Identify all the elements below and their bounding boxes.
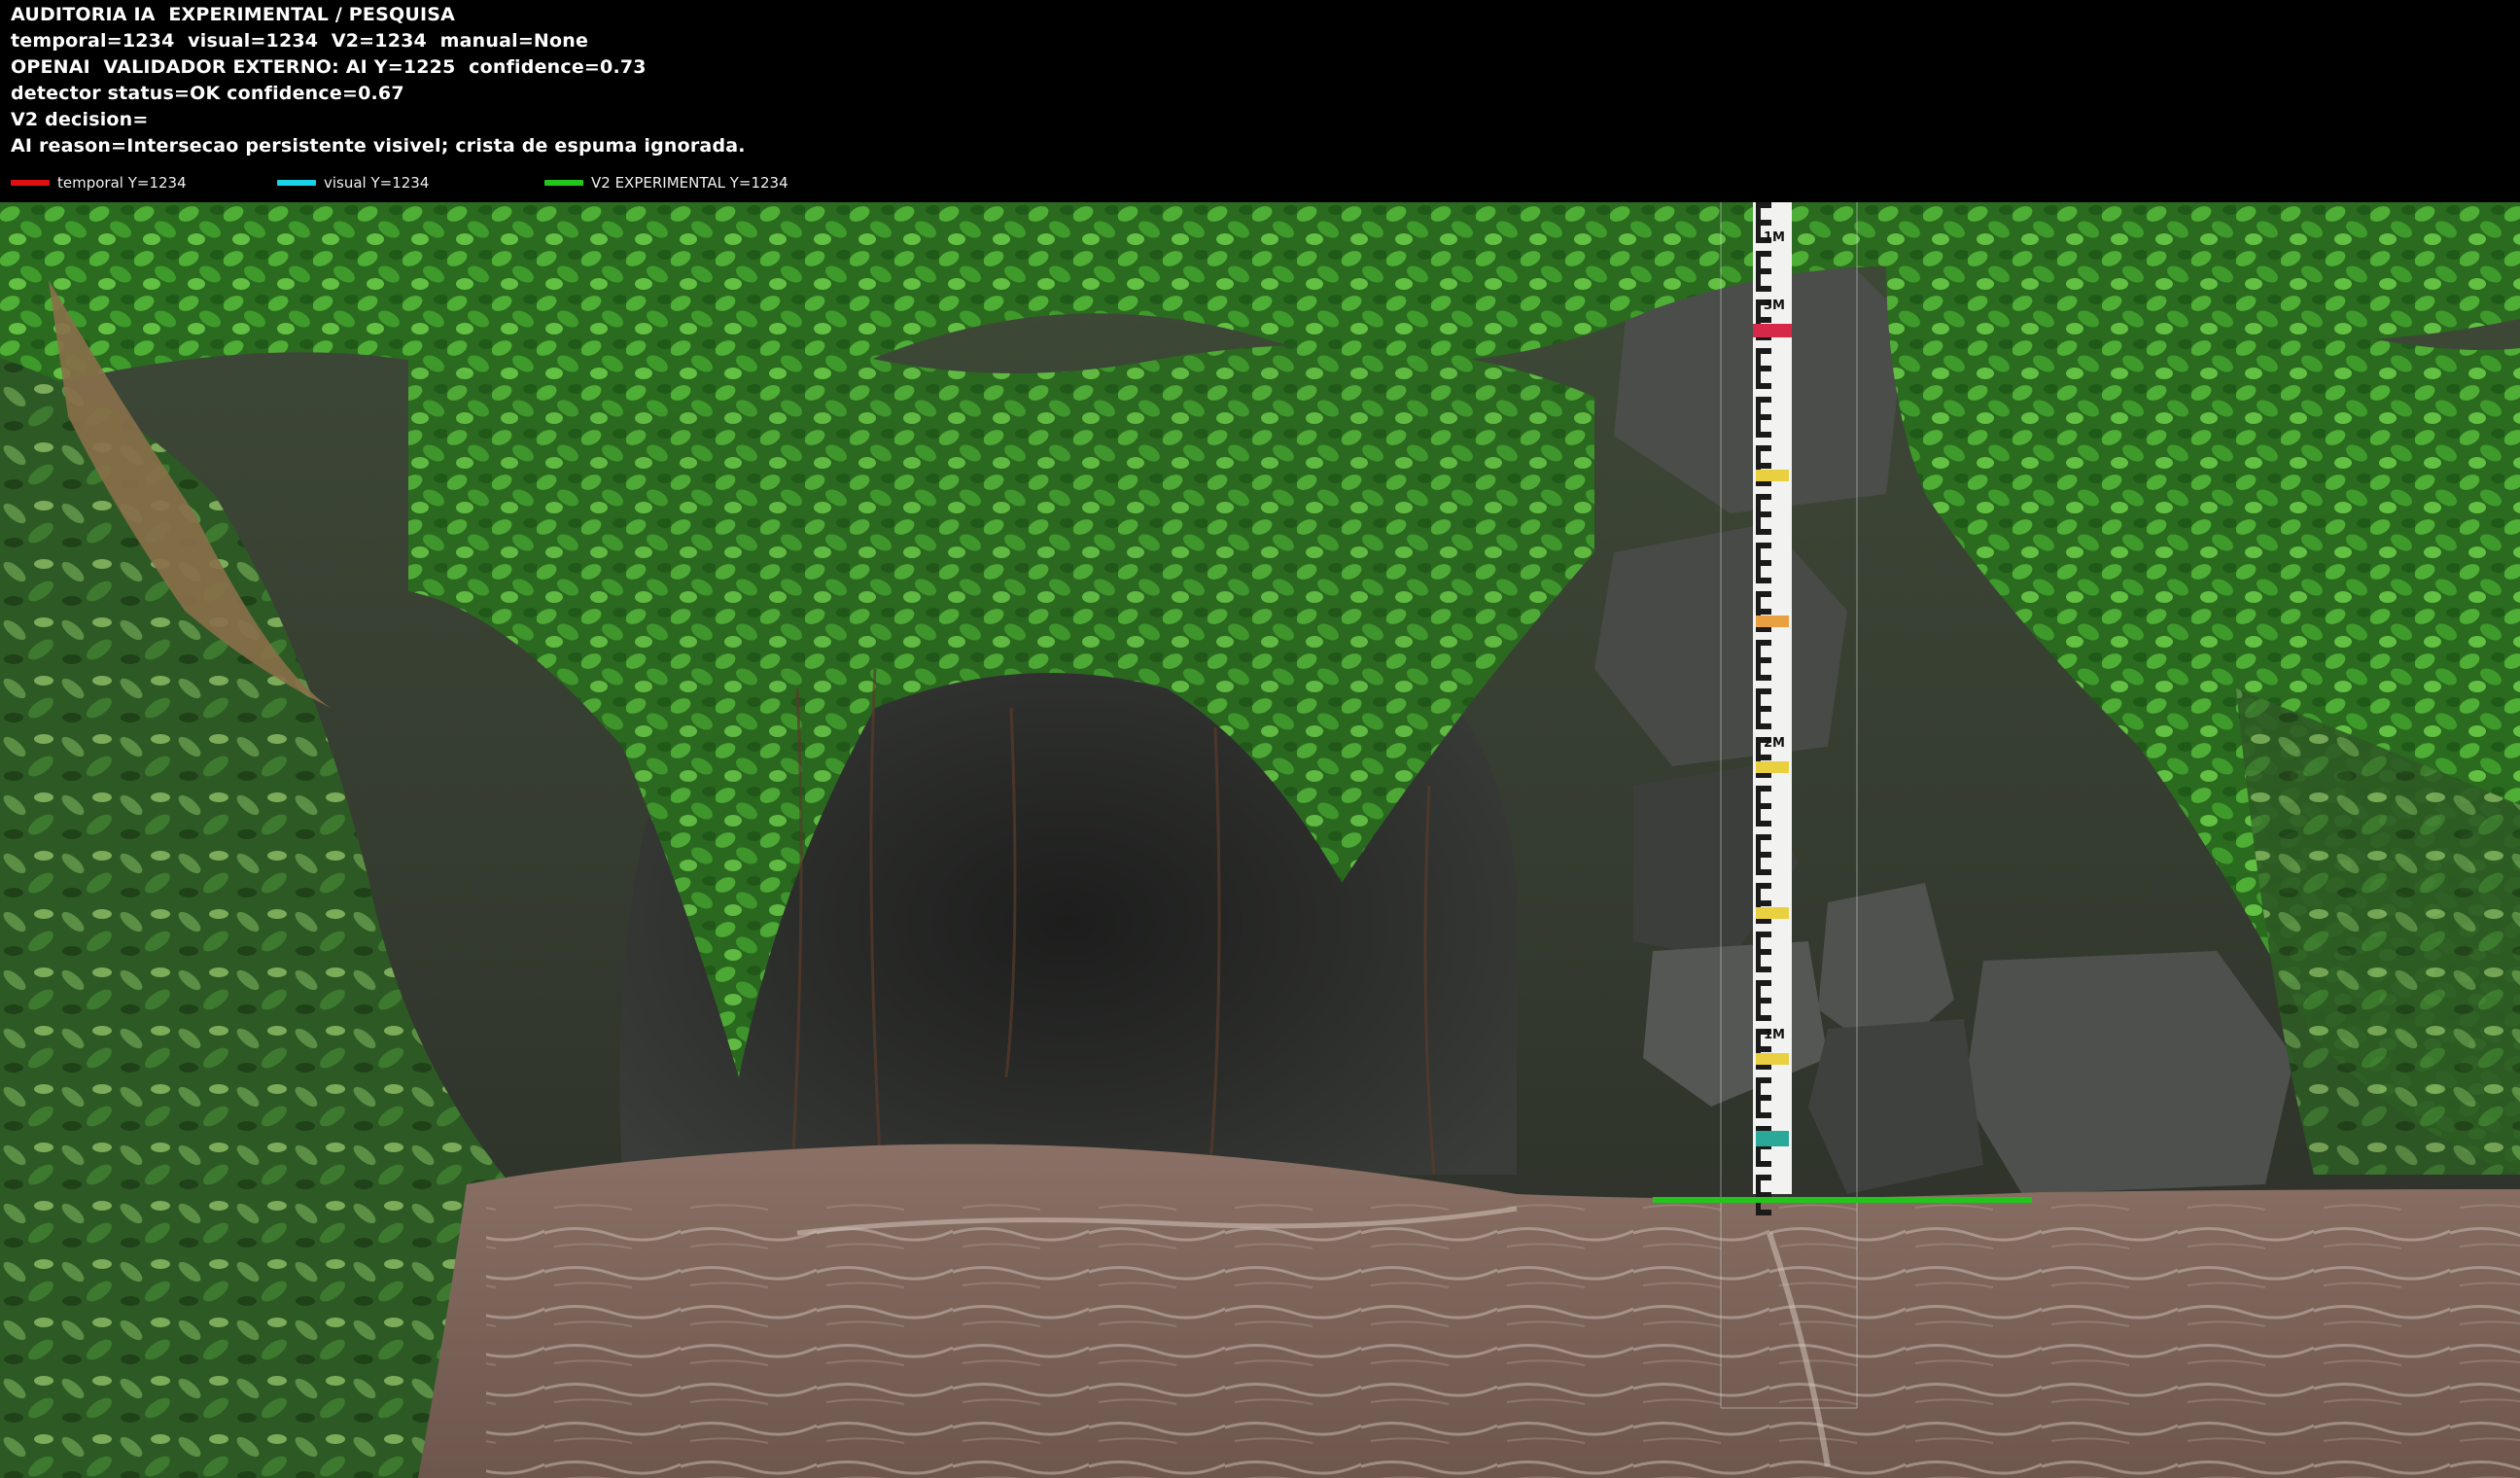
hud-openai-validator: OPENAI VALIDADOR EXTERNO: AI Y=1225 conf… bbox=[11, 56, 647, 78]
gauge-mark-4: 1M bbox=[1764, 1028, 1785, 1042]
legend-temporal-swatch bbox=[11, 180, 50, 186]
gauge-mark-1: 1M bbox=[1764, 230, 1785, 245]
gauge-mark-3: 2M bbox=[1764, 736, 1785, 751]
legend-temporal: temporal Y=1234 bbox=[11, 172, 187, 194]
hud-estimates: temporal=1234 visual=1234 V2=1234 manual… bbox=[11, 30, 589, 52]
legend-visual: visual Y=1234 bbox=[277, 172, 429, 194]
gauge-mark-2: 3M bbox=[1764, 299, 1785, 313]
hud-overlay: AUDITORIA IA EXPERIMENTAL / PESQUISA tem… bbox=[0, 0, 2520, 202]
legend-visual-label: visual Y=1234 bbox=[324, 174, 430, 192]
legend-temporal-label: temporal Y=1234 bbox=[57, 174, 187, 192]
legend-v2: V2 EXPERIMENTAL Y=1234 bbox=[544, 172, 788, 194]
hud-ai-reason: AI reason=Intersecao persistente visivel… bbox=[11, 135, 746, 157]
legend-v2-swatch bbox=[544, 180, 583, 186]
river-water bbox=[418, 1144, 2520, 1478]
legend-v2-label: V2 EXPERIMENTAL Y=1234 bbox=[591, 174, 788, 192]
camera-frame: 1M 3M 2M 1M bbox=[0, 202, 2520, 1478]
legend-visual-swatch bbox=[277, 180, 316, 186]
hud-v2-decision: V2 decision= bbox=[11, 109, 149, 130]
staff-gauge: 1M 3M 2M 1M bbox=[1753, 202, 1792, 1215]
hud-detector-status: detector status=OK confidence=0.67 bbox=[11, 83, 404, 104]
hud-title: AUDITORIA IA EXPERIMENTAL / PESQUISA bbox=[11, 4, 456, 25]
